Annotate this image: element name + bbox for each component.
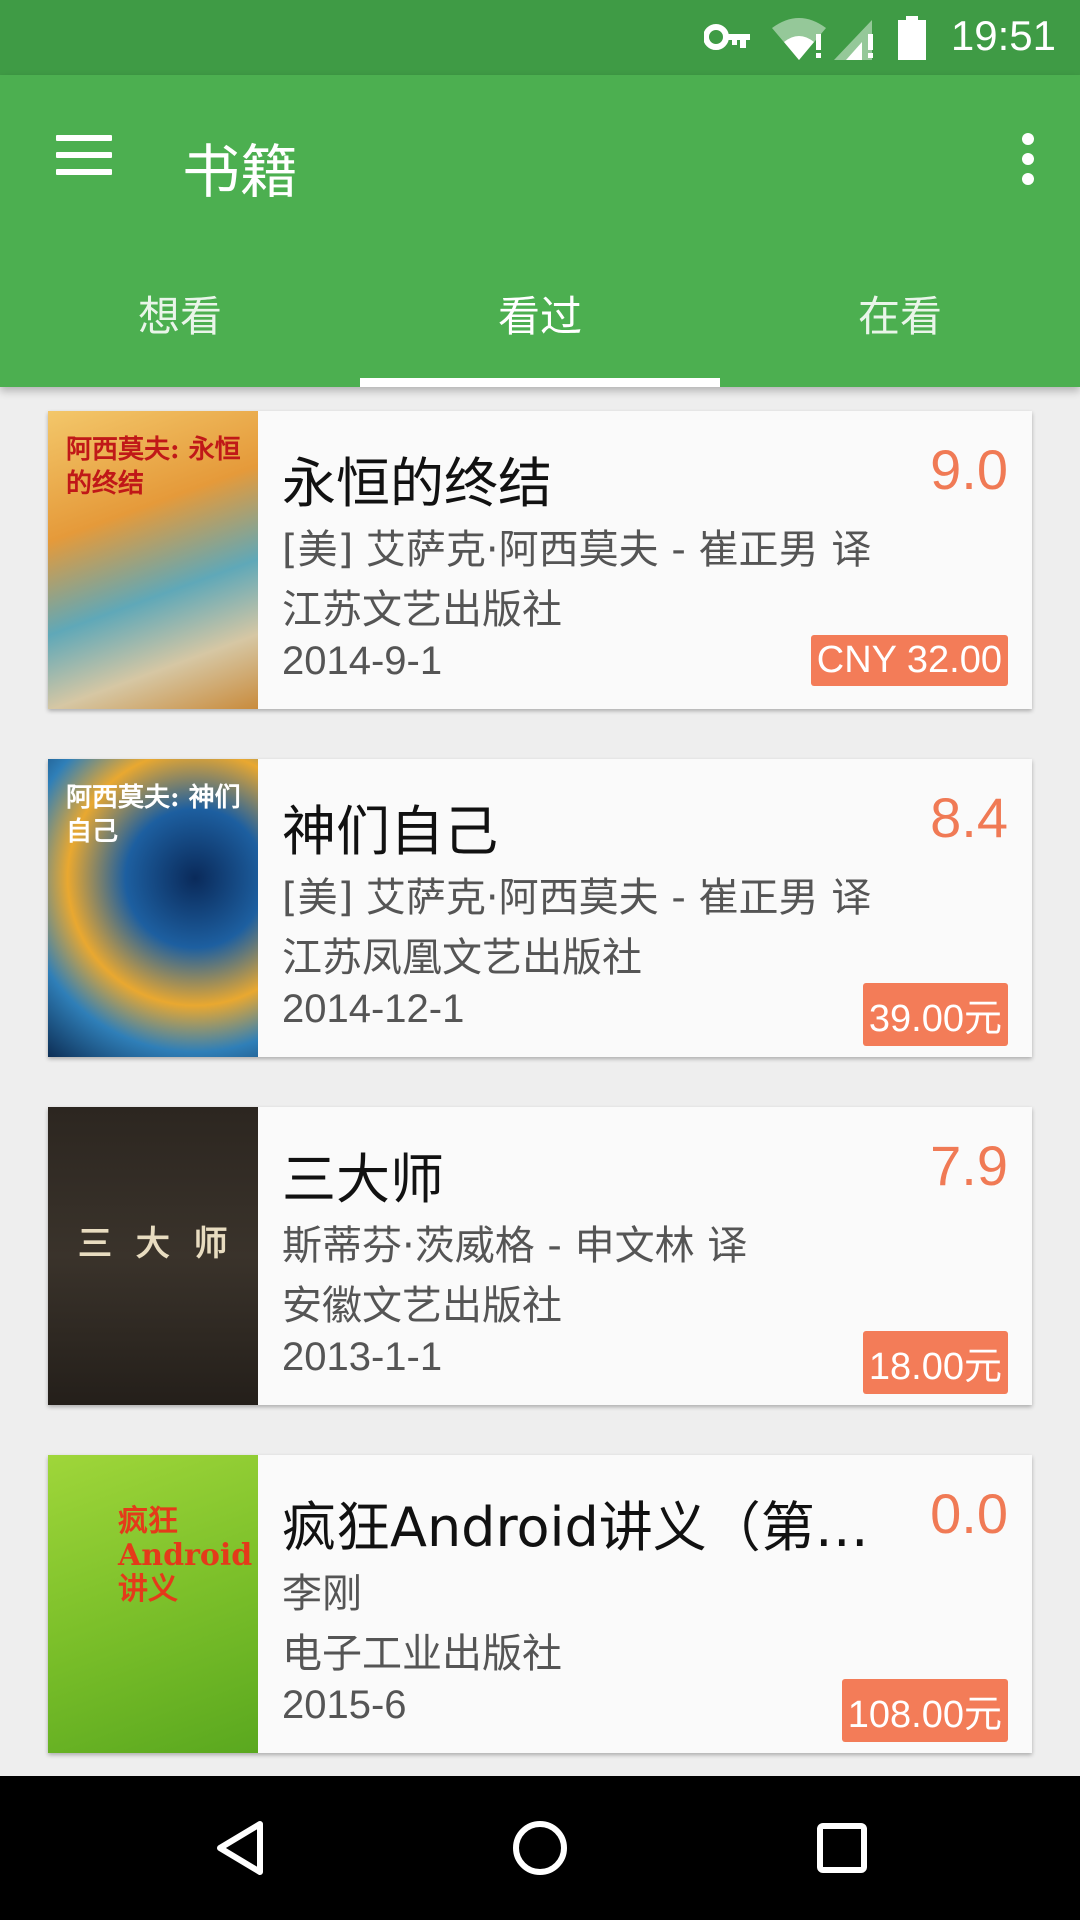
book-card[interactable]: 三 大 师 三大师 7.9 斯蒂芬·茨威格 - 申文林 译 安徽文艺出版社 20… xyxy=(48,1107,1032,1405)
book-price: 18.00元 xyxy=(862,1331,1008,1394)
tab-want-to-read[interactable]: 想看 xyxy=(0,247,360,387)
navigation-bar xyxy=(0,1776,1080,1920)
menu-icon[interactable] xyxy=(56,135,112,175)
book-publisher: 电子工业出版社 xyxy=(282,1631,562,1677)
wifi-icon xyxy=(772,18,826,60)
book-author: [美] 艾萨克·阿西莫夫 - 崔正男 译 xyxy=(282,875,872,921)
app-bar: 书籍 想看 看过 在看 xyxy=(0,75,1080,387)
book-cover: 阿西莫夫: 神们自己 xyxy=(48,759,258,1057)
home-icon[interactable] xyxy=(510,1818,570,1878)
book-publisher: 安徽文艺出版社 xyxy=(282,1283,562,1329)
book-cover: 三 大 师 xyxy=(48,1107,258,1405)
book-rating: 9.0 xyxy=(930,438,1008,501)
key-icon xyxy=(704,24,750,50)
book-title: 神们自己 xyxy=(282,800,498,863)
book-author: 李刚 xyxy=(282,1571,362,1617)
signal-icon xyxy=(834,20,873,60)
book-rating: 0.0 xyxy=(930,1482,1008,1545)
status-bar: 19:51 xyxy=(0,0,1080,75)
book-publisher: 江苏文艺出版社 xyxy=(282,587,562,633)
tab-reading[interactable]: 在看 xyxy=(720,247,1080,387)
status-time: 19:51 xyxy=(950,12,1056,59)
tab-bar: 想看 看过 在看 xyxy=(0,247,1080,387)
more-vert-icon[interactable] xyxy=(1022,133,1036,185)
book-publisher: 江苏凤凰文艺出版社 xyxy=(282,935,642,981)
book-card[interactable]: 疯狂 Android讲义 疯狂Android讲义（第3版… 0.0 李刚 电子工… xyxy=(48,1455,1032,1753)
book-title: 三大师 xyxy=(282,1148,444,1211)
book-card[interactable]: 阿西莫夫: 神们自己 神们自己 8.4 [美] 艾萨克·阿西莫夫 - 崔正男 译… xyxy=(48,759,1032,1057)
battery-icon xyxy=(898,16,926,60)
tab-read[interactable]: 看过 xyxy=(360,247,720,387)
book-title: 永恒的终结 xyxy=(282,452,552,515)
book-card[interactable]: 阿西莫夫: 永恒的终结 永恒的终结 9.0 [美] 艾萨克·阿西莫夫 - 崔正男… xyxy=(48,411,1032,709)
book-price: 108.00元 xyxy=(841,1679,1008,1742)
recents-icon[interactable] xyxy=(812,1818,872,1878)
book-author: 斯蒂芬·茨威格 - 申文林 译 xyxy=(282,1223,748,1269)
book-cover: 阿西莫夫: 永恒的终结 xyxy=(48,411,258,709)
book-author: [美] 艾萨克·阿西莫夫 - 崔正男 译 xyxy=(282,527,872,573)
book-rating: 7.9 xyxy=(930,1134,1008,1197)
book-price: 39.00元 xyxy=(862,983,1008,1046)
book-cover: 疯狂 Android讲义 xyxy=(48,1455,258,1753)
book-list: 阿西莫夫: 永恒的终结 永恒的终结 9.0 [美] 艾萨克·阿西莫夫 - 崔正男… xyxy=(48,411,1032,1803)
back-icon[interactable] xyxy=(212,1818,272,1878)
book-price: CNY 32.00 xyxy=(810,635,1008,686)
page-title: 书籍 xyxy=(182,138,299,206)
book-rating: 8.4 xyxy=(930,786,1008,849)
book-title: 疯狂Android讲义（第3版… xyxy=(282,1496,902,1559)
